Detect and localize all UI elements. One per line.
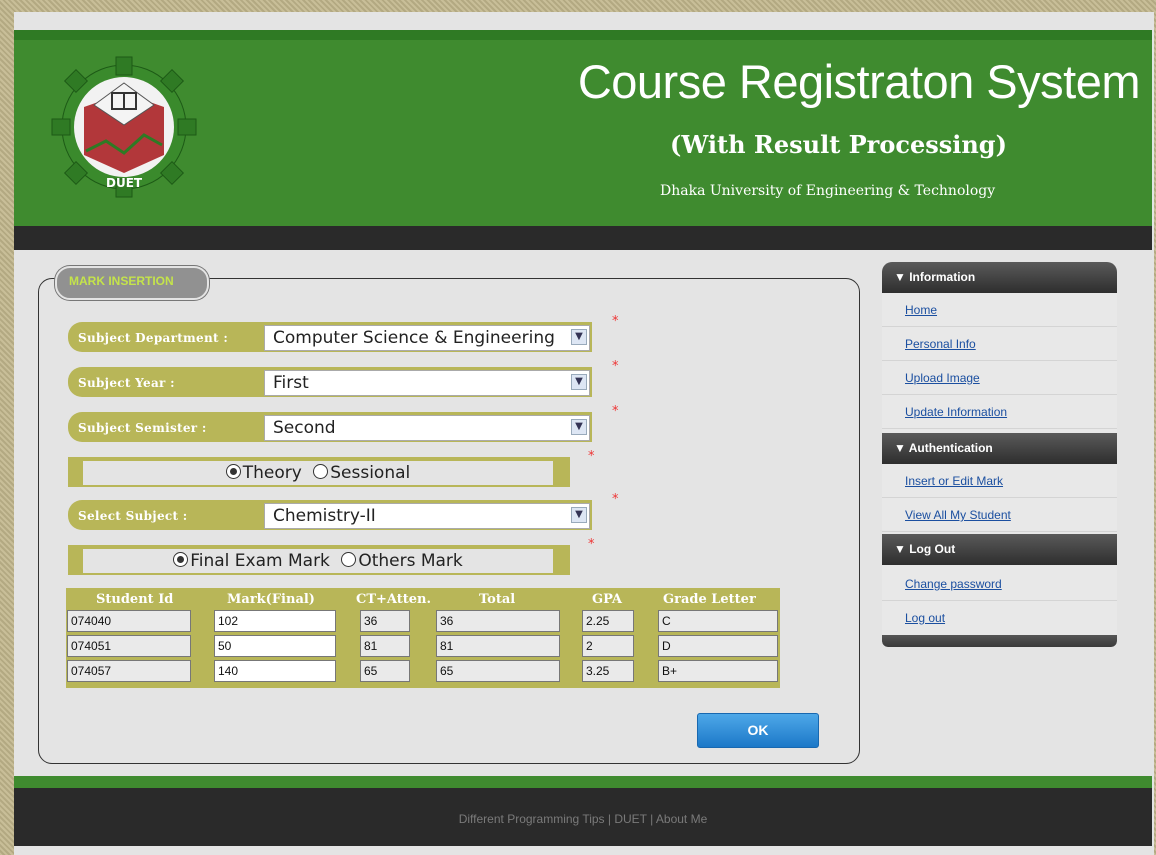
sidebar-link-insert-edit-mark[interactable]: Insert or Edit Mark xyxy=(905,474,1003,488)
header-dark-bar xyxy=(14,226,1152,250)
duet-logo: DUET xyxy=(51,56,197,198)
subject-semister-value: Second xyxy=(273,418,336,438)
subject-year-value: First xyxy=(273,373,309,393)
required-marker: * xyxy=(612,359,619,374)
table-cell-student-id: 074051 xyxy=(67,635,191,657)
sessional-radio-label[interactable]: Sessional xyxy=(330,463,410,483)
subject-year-row: Subject Year : First ▼ xyxy=(68,367,592,397)
header-top-stripe xyxy=(14,30,1152,40)
chevron-down-icon[interactable]: ▼ xyxy=(571,507,587,523)
sidebar-item-personal-info[interactable]: Personal Info xyxy=(882,327,1117,361)
sidebar-link-upload-image[interactable]: Upload Image xyxy=(905,371,980,385)
marks-table: Student Id Mark(Final) CT+Atten. Total G… xyxy=(66,588,780,688)
table-cell-student-id: 074040 xyxy=(67,610,191,632)
table-header: Grade Letter xyxy=(663,592,756,607)
sidebar-section-log-out: ▼ Log Out xyxy=(882,534,1117,565)
chevron-down-icon[interactable]: ▼ xyxy=(571,374,587,390)
sidebar-item-change-password[interactable]: Change password xyxy=(882,567,1117,601)
table-header: Mark(Final) xyxy=(227,592,315,607)
table-header: CT+Atten. xyxy=(356,592,432,607)
panel-legend: MARK INSERTION xyxy=(55,266,209,300)
table-cell-gpa: 2.25 xyxy=(582,610,634,632)
sidebar-section-information: ▼ Information xyxy=(882,262,1117,293)
mark-final-input[interactable]: 102 xyxy=(214,610,336,632)
table-cell-gpa: 2 xyxy=(582,635,634,657)
required-marker: * xyxy=(612,492,619,507)
subject-semister-label: Subject Semister : xyxy=(78,421,207,435)
others-mark-radio[interactable] xyxy=(341,552,357,567)
required-marker: * xyxy=(612,404,619,419)
subject-type-row: Theory Sessional xyxy=(68,457,570,487)
footer-links[interactable]: Different Programming Tips | DUET | Abou… xyxy=(459,812,708,826)
page-subtitle: (With Result Processing) xyxy=(670,130,1007,159)
table-cell-ct-atten: 81 xyxy=(360,635,410,657)
sidebar-item-view-all-students[interactable]: View All My Student xyxy=(882,498,1117,532)
subject-semister-select[interactable]: Second ▼ xyxy=(264,415,590,441)
sidebar-link-view-all-students[interactable]: View All My Student xyxy=(905,508,1011,522)
table-header: GPA xyxy=(592,592,623,607)
table-cell-gpa: 3.25 xyxy=(582,660,634,682)
table-cell-student-id: 074057 xyxy=(67,660,191,682)
required-marker: * xyxy=(588,449,595,464)
table-cell-ct-atten: 36 xyxy=(360,610,410,632)
sidebar-bottom-bar xyxy=(882,635,1117,647)
theory-radio[interactable] xyxy=(225,464,241,479)
sidebar-section-authentication: ▼ Authentication xyxy=(882,433,1117,464)
sidebar-item-update-information[interactable]: Update Information xyxy=(882,395,1117,429)
chevron-down-icon[interactable]: ▼ xyxy=(571,329,587,345)
table-cell-ct-atten: 65 xyxy=(360,660,410,682)
table-cell-total: 81 xyxy=(436,635,560,657)
table-cell-grade: B+ xyxy=(658,660,778,682)
sidebar-link-home[interactable]: Home xyxy=(905,303,937,317)
required-marker: * xyxy=(612,314,619,329)
sidebar: ▼ Information Home Personal Info Upload … xyxy=(882,262,1117,647)
theory-radio-label[interactable]: Theory xyxy=(243,463,302,483)
ok-button[interactable]: OK xyxy=(697,713,819,748)
subject-department-row: Subject Department : Computer Science & … xyxy=(68,322,592,352)
sidebar-item-home[interactable]: Home xyxy=(882,293,1117,327)
sidebar-link-personal-info[interactable]: Personal Info xyxy=(905,337,976,351)
final-exam-mark-radio[interactable] xyxy=(173,552,189,567)
table-header: Total xyxy=(479,592,516,607)
mark-type-group: Final Exam Mark Others Mark xyxy=(82,548,554,574)
panel-legend-text: MARK INSERTION xyxy=(69,274,174,288)
table-cell-grade: D xyxy=(658,635,778,657)
site-footer: Different Programming Tips | DUET | Abou… xyxy=(14,788,1152,846)
subject-year-select[interactable]: First ▼ xyxy=(264,370,590,396)
subject-department-label: Subject Department : xyxy=(78,331,229,345)
mark-final-input[interactable]: 140 xyxy=(214,660,336,682)
table-cell-total: 65 xyxy=(436,660,560,682)
subject-type-group: Theory Sessional xyxy=(82,460,554,486)
select-subject-row: Select Subject : Chemistry-II ▼ xyxy=(68,500,592,530)
others-mark-label[interactable]: Others Mark xyxy=(358,551,462,571)
sidebar-link-log-out[interactable]: Log out xyxy=(905,611,945,625)
footer-green-stripe xyxy=(14,776,1152,788)
sidebar-link-update-information[interactable]: Update Information xyxy=(905,405,1007,419)
page-title: Course Registraton System xyxy=(577,55,1141,108)
table-header: Student Id xyxy=(96,592,174,607)
subject-department-value: Computer Science & Engineering xyxy=(273,328,555,348)
table-cell-grade: C xyxy=(658,610,778,632)
sidebar-item-upload-image[interactable]: Upload Image xyxy=(882,361,1117,395)
chevron-down-icon[interactable]: ▼ xyxy=(571,419,587,435)
subject-department-select[interactable]: Computer Science & Engineering ▼ xyxy=(264,325,590,351)
select-subject-value: Chemistry-II xyxy=(273,506,376,526)
subject-year-label: Subject Year : xyxy=(78,376,175,390)
sidebar-link-change-password[interactable]: Change password xyxy=(905,577,1002,591)
final-exam-mark-label[interactable]: Final Exam Mark xyxy=(190,551,330,571)
subject-semister-row: Subject Semister : Second ▼ xyxy=(68,412,592,442)
mark-type-row: Final Exam Mark Others Mark xyxy=(68,545,570,575)
university-name: Dhaka University of Engineering & Techno… xyxy=(660,183,996,199)
sidebar-item-log-out[interactable]: Log out xyxy=(882,601,1117,635)
required-marker: * xyxy=(588,537,595,552)
svg-text:DUET: DUET xyxy=(106,176,143,190)
select-subject-label: Select Subject : xyxy=(78,509,188,523)
table-cell-total: 36 xyxy=(436,610,560,632)
mark-final-input[interactable]: 50 xyxy=(214,635,336,657)
sidebar-item-insert-edit-mark[interactable]: Insert or Edit Mark xyxy=(882,464,1117,498)
sessional-radio[interactable] xyxy=(313,464,329,479)
select-subject-select[interactable]: Chemistry-II ▼ xyxy=(264,503,590,529)
